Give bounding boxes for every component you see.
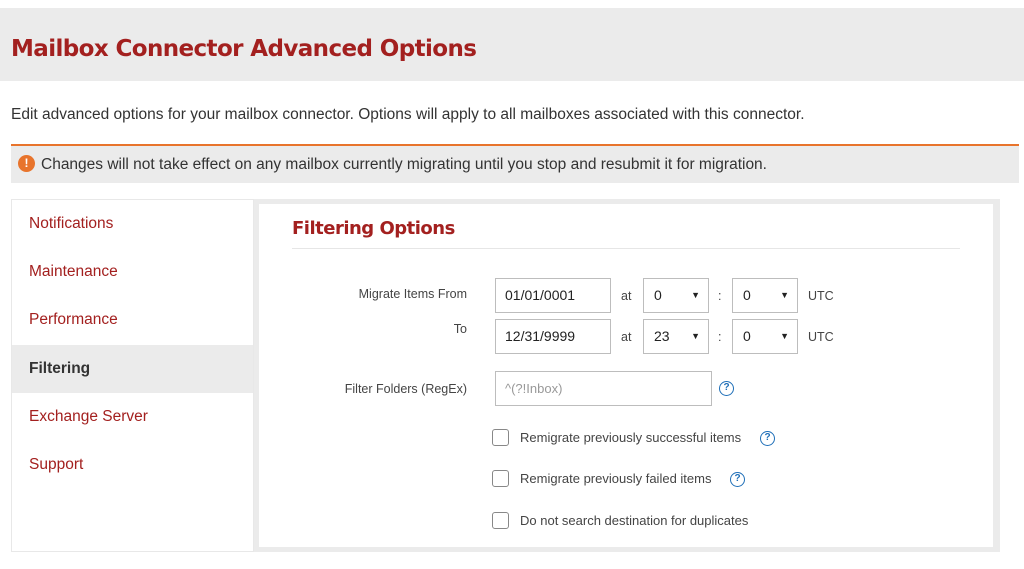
to-minute-value: 0 — [743, 328, 751, 344]
help-icon[interactable]: ? — [719, 381, 734, 396]
sidebar-item-filtering[interactable]: Filtering — [12, 345, 253, 393]
filtering-panel: Filtering Options Migrate Items From 01/… — [259, 204, 993, 547]
chevron-down-icon: ▼ — [780, 331, 789, 341]
to-at-label: at — [621, 330, 632, 344]
help-icon[interactable]: ? — [760, 431, 775, 446]
intro-text: Edit advanced options for your mailbox c… — [11, 106, 805, 123]
remigrate-failed-label: Remigrate previously failed items — [520, 471, 712, 486]
from-tz-label: UTC — [808, 289, 834, 303]
from-hour-value: 0 — [654, 287, 662, 303]
to-hour-value: 23 — [654, 328, 670, 344]
migrate-to-label: To — [453, 322, 467, 336]
to-date-input[interactable]: 12/31/9999 — [495, 319, 611, 354]
from-time-separator: : — [718, 289, 722, 303]
panel-title: Filtering Options — [292, 218, 455, 239]
help-icon[interactable]: ? — [730, 472, 745, 487]
chevron-down-icon: ▼ — [780, 290, 789, 300]
to-tz-label: UTC — [808, 330, 834, 344]
warning-banner: ! Changes will not take effect on any ma… — [11, 144, 1019, 183]
from-minute-value: 0 — [743, 287, 751, 303]
sidebar-item-performance[interactable]: Performance — [12, 296, 253, 344]
no-duplicate-search-label: Do not search destination for duplicates — [520, 513, 749, 528]
filter-folders-input[interactable]: ^(?!Inbox) — [495, 371, 712, 406]
remigrate-successful-label: Remigrate previously successful items — [520, 430, 742, 445]
to-time-separator: : — [718, 330, 722, 344]
from-hour-select[interactable]: 0 ▼ — [643, 278, 709, 313]
chevron-down-icon: ▼ — [691, 331, 700, 341]
sidebar-item-exchange-server[interactable]: Exchange Server — [12, 393, 253, 441]
from-date-input[interactable]: 01/01/0001 — [495, 278, 611, 313]
filter-folders-label: Filter Folders (RegEx) — [344, 382, 467, 396]
chevron-down-icon: ▼ — [691, 290, 700, 300]
sidebar-item-notifications[interactable]: Notifications — [12, 200, 253, 248]
sidebar-item-maintenance[interactable]: Maintenance — [12, 248, 253, 296]
from-minute-select[interactable]: 0 ▼ — [732, 278, 798, 313]
warning-text: Changes will not take effect on any mail… — [41, 156, 767, 173]
to-hour-select[interactable]: 23 ▼ — [643, 319, 709, 354]
to-minute-select[interactable]: 0 ▼ — [732, 319, 798, 354]
sidebar-item-support[interactable]: Support — [12, 441, 253, 489]
remigrate-successful-checkbox[interactable] — [492, 429, 509, 446]
no-duplicate-search-checkbox[interactable] — [492, 512, 509, 529]
sidebar: Notifications Maintenance Performance Fi… — [11, 199, 254, 552]
migrate-from-label: Migrate Items From — [358, 287, 467, 301]
page-title: Mailbox Connector Advanced Options — [11, 36, 477, 62]
page-header: Mailbox Connector Advanced Options — [0, 8, 1024, 81]
remigrate-failed-checkbox[interactable] — [492, 470, 509, 487]
from-at-label: at — [621, 289, 632, 303]
panel-divider — [292, 248, 960, 249]
filtering-panel-frame: Filtering Options Migrate Items From 01/… — [254, 199, 1000, 552]
exclamation-icon: ! — [18, 155, 35, 172]
